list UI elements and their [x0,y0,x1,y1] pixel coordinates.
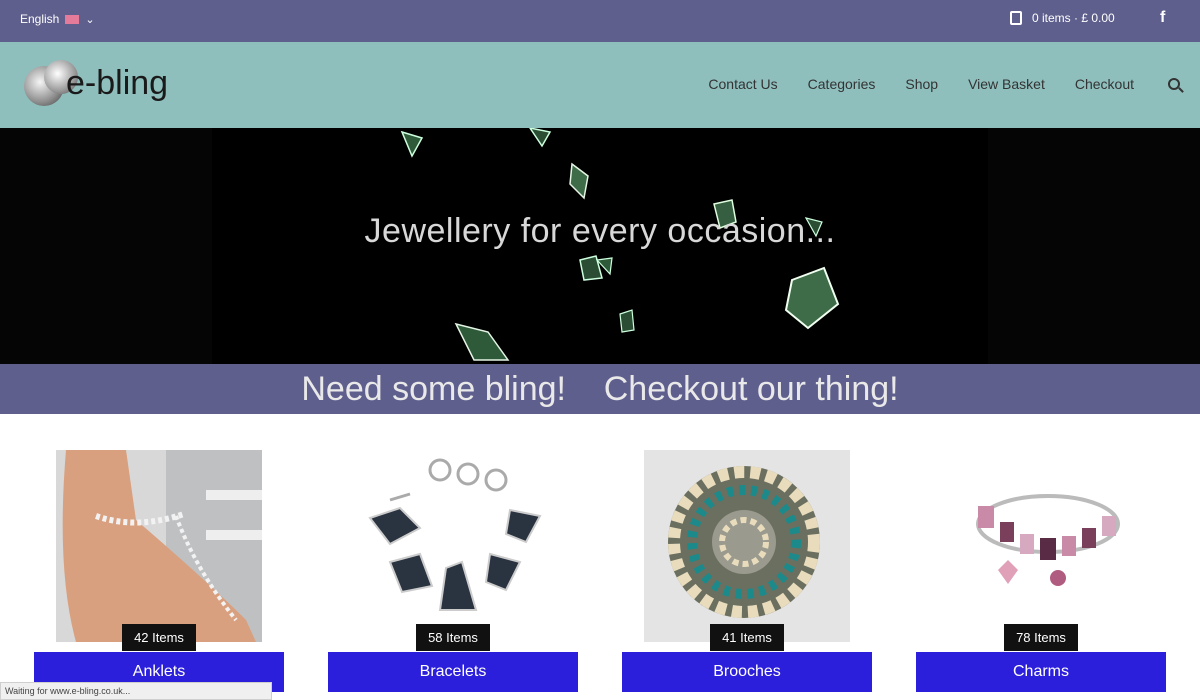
brooches-count: 41 Items [710,624,784,651]
anklets-image[interactable] [56,450,262,642]
chevron-down-icon: ⌄ [85,13,95,26]
anklets-count: 42 Items [122,624,196,651]
slogan-banner: Need some bling! Checkout our thing! [0,364,1200,414]
logo-text: e-bling [66,63,169,102]
nav-categories[interactable]: Categories [808,76,876,92]
cart-summary-text: 0 items · £ 0.00 [1032,11,1115,25]
nav-shop[interactable]: Shop [905,76,938,92]
category-card-bracelets[interactable]: 58 Items Bracelets [328,450,578,700]
nav-checkout[interactable]: Checkout [1075,76,1134,92]
bracelets-button[interactable]: Bracelets [328,652,578,692]
category-card-anklets[interactable]: 42 Items Anklets [34,450,284,700]
slogan-text: Need some bling! Checkout our thing! [301,370,899,408]
charms-image[interactable] [938,450,1144,642]
search-icon[interactable] [1168,78,1180,90]
cart-icon [1010,11,1022,25]
language-selector[interactable]: English ⌄ [20,12,95,26]
nav-contact-us[interactable]: Contact Us [708,76,777,92]
nav-view-basket[interactable]: View Basket [968,76,1045,92]
hero-banner: Jewellery for every occasion... [0,128,1200,364]
main-nav: Contact Us Categories Shop View Basket C… [708,76,1180,92]
browser-status-bar: Waiting for www.e-bling.co.uk... [0,682,272,700]
category-card-charms[interactable]: 78 Items Charms [916,450,1166,700]
top-bar: English ⌄ 0 items · £ 0.00 f [0,0,1200,42]
cart-summary[interactable]: 0 items · £ 0.00 [1010,11,1115,25]
brooches-button[interactable]: Brooches [622,652,872,692]
category-grid: 42 Items Anklets 58 Items Bracelets 41 I… [0,414,1200,700]
category-card-brooches[interactable]: 41 Items Brooches [622,450,872,700]
site-header: e-bling Contact Us Categories Shop View … [0,42,1200,128]
brooches-image[interactable] [644,450,850,642]
site-logo[interactable]: e-bling [22,58,168,108]
bracelets-count: 58 Items [416,624,490,651]
hero-title: Jewellery for every occasion... [364,212,836,250]
bracelets-image[interactable] [350,450,556,642]
uk-flag-icon [65,14,80,24]
language-label: English [20,12,60,26]
facebook-icon[interactable]: f [1160,9,1165,27]
charms-count: 78 Items [1004,624,1078,651]
charms-button[interactable]: Charms [916,652,1166,692]
